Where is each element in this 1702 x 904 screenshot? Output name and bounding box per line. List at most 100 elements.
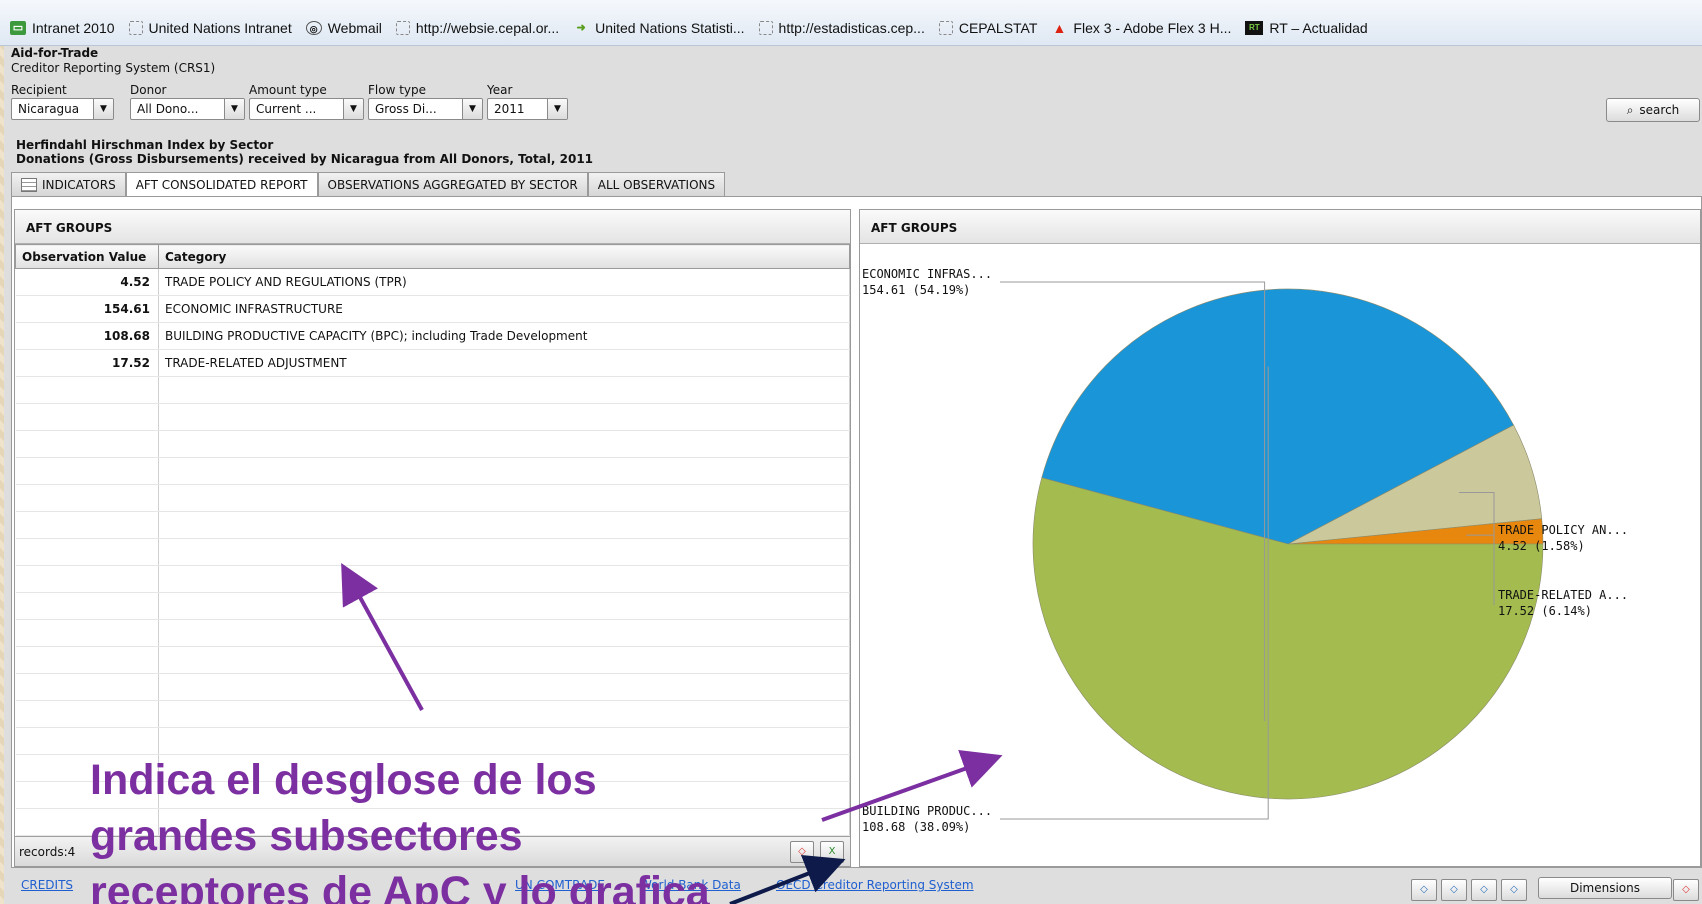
empty-cell xyxy=(158,484,850,512)
empty-row xyxy=(15,673,850,701)
tab-all-observations[interactable]: ALL OBSERVATIONS xyxy=(587,172,726,196)
empty-cell xyxy=(15,430,159,458)
year-select[interactable]: 2011 ▼ xyxy=(487,98,568,120)
flow-type-label: Flow type xyxy=(368,83,427,97)
observation-value: 108.68 xyxy=(15,322,159,350)
empty-cell xyxy=(15,565,159,593)
bookmark-websie[interactable]: http://websie.cepal.or... xyxy=(395,20,559,36)
bookmark-estadisticas[interactable]: http://estadisticas.cep... xyxy=(758,20,925,36)
nav-next-icon[interactable]: ◇ xyxy=(1471,879,1497,901)
empty-cell xyxy=(15,511,159,539)
export-excel-icon[interactable]: X xyxy=(820,841,844,863)
donor-label: Donor xyxy=(130,83,167,97)
empty-row xyxy=(15,727,850,755)
empty-row xyxy=(15,592,850,620)
empty-row xyxy=(15,484,850,512)
tab-aft-consolidated-report[interactable]: AFT CONSOLIDATED REPORT xyxy=(125,172,318,197)
rt-logo-icon: RT xyxy=(1245,20,1264,35)
table-row[interactable]: 17.52 TRADE-RELATED ADJUSTMENT xyxy=(15,349,850,377)
credits-link[interactable]: CREDITS xyxy=(21,878,73,892)
recipient-label: Recipient xyxy=(11,83,67,97)
blank-page-icon xyxy=(938,20,953,35)
column-header-category[interactable]: Category xyxy=(158,244,850,269)
empty-row xyxy=(15,430,850,458)
empty-cell xyxy=(158,727,850,755)
bookmark-un-intranet[interactable]: United Nations Intranet xyxy=(128,20,292,36)
column-header-observation-value[interactable]: Observation Value xyxy=(15,244,159,269)
table-row[interactable]: 4.52 TRADE POLICY AND REGULATIONS (TPR) xyxy=(15,268,850,296)
empty-cell xyxy=(15,376,159,404)
records-count: records:4 xyxy=(19,845,76,859)
chevron-down-icon: ▼ xyxy=(224,99,244,119)
slice-name-label: BUILDING PRODUC... xyxy=(862,804,992,818)
nav-prev-icon[interactable]: ◇ xyxy=(1441,879,1467,901)
chevron-down-icon: ▼ xyxy=(462,99,482,119)
slice-name-label: TRADE POLICY AN... xyxy=(1498,523,1628,537)
oecd-crs-link[interactable]: OECD Creditor Reporting System xyxy=(776,878,974,892)
empty-cell xyxy=(15,457,159,485)
donor-select[interactable]: All Dono... ▼ xyxy=(130,98,245,120)
empty-row xyxy=(15,376,850,404)
empty-cell xyxy=(158,511,850,539)
annotation-line: receptores de ApC y lo grafica xyxy=(90,868,710,904)
report-tabs: INDICATORS AFT CONSOLIDATED REPORT OBSER… xyxy=(11,172,726,197)
bookmark-intranet[interactable]: ▭ Intranet 2010 xyxy=(10,20,115,36)
empty-row xyxy=(15,700,850,728)
recipient-select[interactable]: Nicaragua ▼ xyxy=(11,98,114,120)
empty-cell xyxy=(158,565,850,593)
green-page-icon: ▭ xyxy=(10,20,26,35)
tab-observations-aggregated-by-sector[interactable]: OBSERVATIONS AGGREGATED BY SECTOR xyxy=(317,172,588,196)
empty-cell xyxy=(15,727,159,755)
empty-cell xyxy=(15,484,159,512)
empty-row xyxy=(15,403,850,431)
empty-cell xyxy=(15,673,159,701)
grid-icon xyxy=(21,178,37,192)
nav-first-icon[interactable]: ◇ xyxy=(1411,879,1437,901)
bookmark-rt[interactable]: RT RT – Actualidad xyxy=(1245,20,1368,36)
pie-chart: TRADE POLICY AN... 4.52 (1.58%) TRADE-RELA… xyxy=(862,267,1628,834)
globe-icon: ◎ xyxy=(305,20,322,35)
empty-row xyxy=(15,511,850,539)
amount-type-select[interactable]: Current ... ▼ xyxy=(249,98,364,120)
empty-cell xyxy=(15,619,159,647)
slice-value-label: 154.61 (54.19%) xyxy=(862,283,970,297)
panel-header: AFT GROUPS xyxy=(15,210,850,244)
empty-cell xyxy=(158,457,850,485)
slice-value-label: 108.68 (38.09%) xyxy=(862,820,970,834)
table-row[interactable]: 108.68 BUILDING PRODUCTIVE CAPACITY (BPC)… xyxy=(15,322,850,350)
slice-name-label: TRADE-RELATED A... xyxy=(1498,588,1628,602)
binoculars-icon: ⌕ xyxy=(1626,102,1634,117)
bookmark-cepalstat[interactable]: CEPALSTAT xyxy=(938,20,1037,36)
empty-cell xyxy=(158,646,850,674)
category: BUILDING PRODUCTIVE CAPACITY (BPC); incl… xyxy=(158,322,850,350)
nav-last-icon[interactable]: ◇ xyxy=(1501,879,1527,901)
empty-row xyxy=(15,646,850,674)
empty-cell xyxy=(158,538,850,566)
table-row[interactable]: 154.61 ECONOMIC INFRASTRUCTURE xyxy=(15,295,850,323)
bookmark-flex3[interactable]: ▲ Flex 3 - Adobe Flex 3 H... xyxy=(1051,20,1231,36)
export-pdf-icon[interactable]: ◇ xyxy=(790,841,814,863)
empty-cell xyxy=(158,619,850,647)
slice-value-label: 4.52 (1.58%) xyxy=(1498,539,1585,553)
empty-row xyxy=(15,565,850,593)
observation-value: 4.52 xyxy=(15,268,159,296)
chevron-down-icon: ▼ xyxy=(343,99,363,119)
year-label: Year xyxy=(487,83,513,97)
annotation-line: Indica el desglose de los xyxy=(90,756,597,804)
tab-indicators[interactable]: INDICATORS xyxy=(11,172,126,196)
green-arrow-icon: ➜ xyxy=(576,21,586,34)
dimensions-button[interactable]: Dimensions xyxy=(1538,877,1672,899)
category: TRADE-RELATED ADJUSTMENT xyxy=(158,349,850,377)
aft-groups-chart-panel: AFT GROUPS TRADE POLICY AN... 4.52 (1.58%… xyxy=(859,209,1701,867)
search-button[interactable]: ⌕ search xyxy=(1606,98,1700,122)
bookmark-webmail[interactable]: ◎ Webmail xyxy=(305,20,382,36)
flow-type-select[interactable]: Gross Di... ▼ xyxy=(368,98,483,120)
app-title: Aid-for-Trade xyxy=(11,46,99,60)
export-icon[interactable]: ◇ xyxy=(1673,879,1699,901)
empty-cell xyxy=(158,592,850,620)
empty-row xyxy=(15,619,850,647)
blank-page-icon xyxy=(128,20,143,35)
chevron-down-icon: ▼ xyxy=(547,99,567,119)
category: TRADE POLICY AND REGULATIONS (TPR) xyxy=(158,268,850,296)
bookmark-un-statistics[interactable]: ➜ United Nations Statisti... xyxy=(573,20,745,36)
